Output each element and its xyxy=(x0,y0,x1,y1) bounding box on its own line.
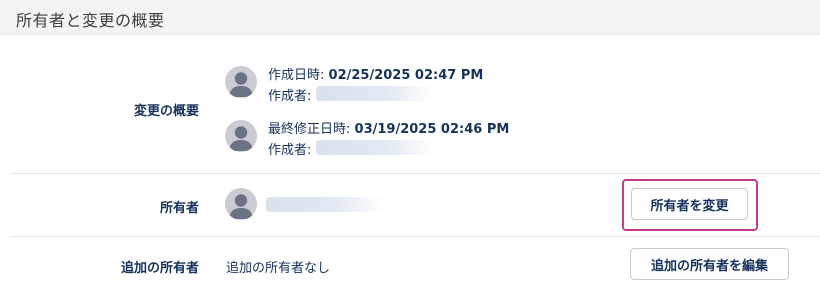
created-date-value: 02/25/2025 02:47 PM xyxy=(328,68,484,83)
created-date-label: 作成日時: xyxy=(268,68,325,83)
owner-label: 所有者 xyxy=(159,201,199,216)
modified-date-label: 最終修正日時: xyxy=(268,122,351,137)
redacted-modified-by-name xyxy=(316,140,434,155)
created-by: 作成者: xyxy=(268,85,311,104)
additional-owners-label: 追加の所有者 xyxy=(120,261,199,276)
row-divider xyxy=(10,173,820,174)
modified-by: 作成者: xyxy=(268,139,311,158)
modified-date: 最終修正日時: 03/19/2025 02:46 PM xyxy=(268,118,509,137)
edit-additional-owners-button[interactable]: 追加の所有者を編集 xyxy=(630,248,789,280)
section-header: 所有者と変更の概要 xyxy=(0,0,820,35)
created-date: 作成日時: 02/25/2025 02:47 PM xyxy=(268,64,483,83)
created-by-label: 作成者: xyxy=(268,89,312,104)
additional-owners-value: 追加の所有者なし xyxy=(226,261,331,276)
user-avatar-icon xyxy=(225,66,257,98)
user-avatar-icon xyxy=(225,120,257,152)
modified-date-value: 03/19/2025 02:46 PM xyxy=(354,122,510,137)
user-avatar-icon xyxy=(225,188,257,220)
change-owner-button[interactable]: 所有者を変更 xyxy=(631,188,748,220)
redacted-owner-name[interactable] xyxy=(266,197,384,212)
redacted-created-by-name xyxy=(316,86,434,101)
change-summary-label: 変更の概要 xyxy=(133,104,199,119)
row-divider xyxy=(10,236,820,237)
section-title: 所有者と変更の概要 xyxy=(16,11,165,30)
modified-by-label: 作成者: xyxy=(268,143,312,158)
